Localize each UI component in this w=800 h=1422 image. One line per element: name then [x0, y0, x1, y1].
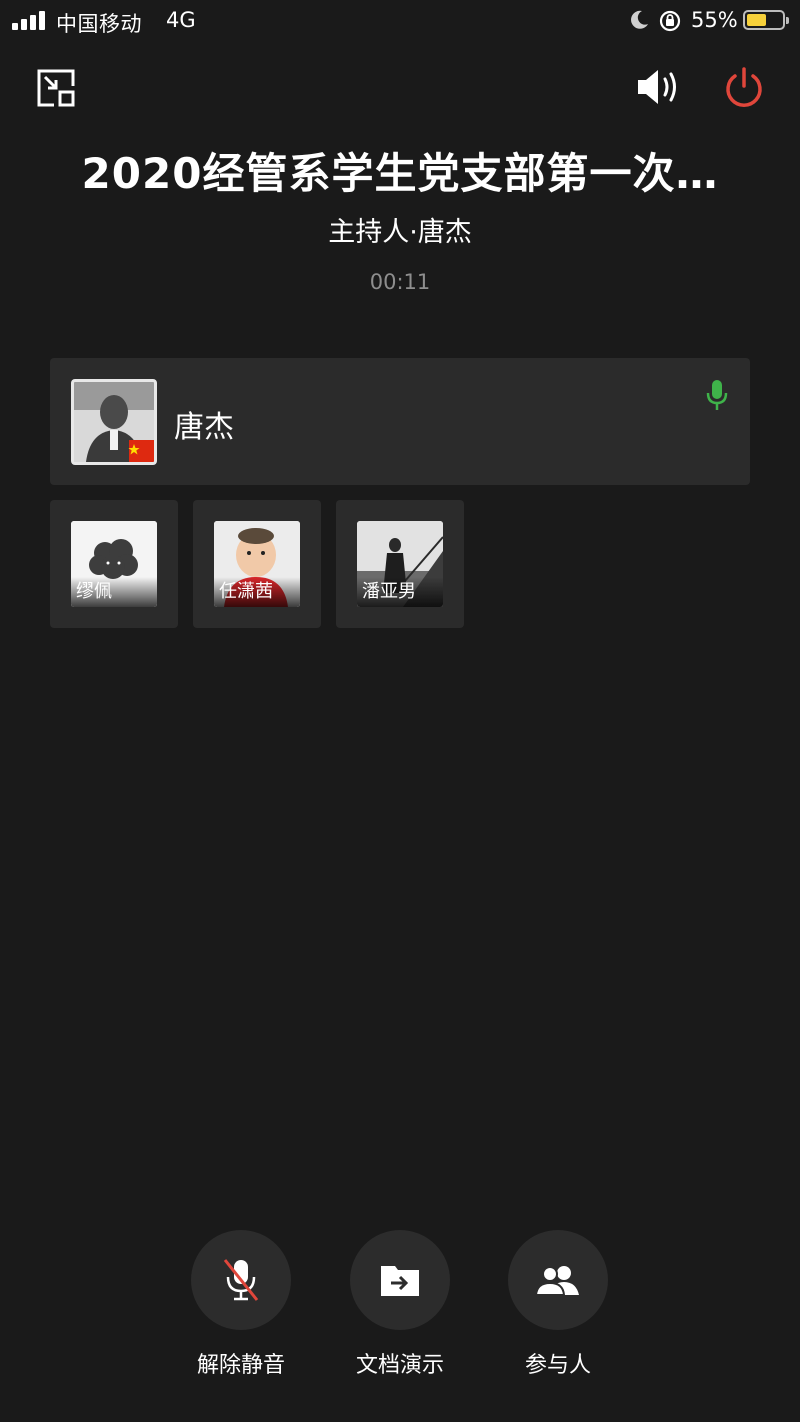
speaker-icon[interactable]: [636, 66, 682, 108]
power-icon: [726, 67, 762, 107]
host-label: 主持人·唐杰: [328, 217, 472, 248]
avatar: 任潇茜: [214, 521, 300, 607]
battery-icon: [743, 10, 789, 30]
share-document-label: 文档演示: [355, 1353, 444, 1378]
participants-label: 参与人: [524, 1353, 591, 1378]
participants-icon: [535, 1266, 579, 1296]
status-bar: 中国移动 4G 55%: [0, 0, 800, 42]
host-card[interactable]: 唐杰: [50, 358, 750, 485]
avatar: [71, 379, 157, 465]
participant-name: 缪佩: [71, 577, 157, 607]
end-meeting-button[interactable]: [722, 66, 766, 110]
do-not-disturb-icon: [628, 9, 650, 35]
participants-circle[interactable]: [508, 1230, 608, 1330]
unmute-button[interactable]: 解除静音: [166, 1230, 316, 1380]
rotation-lock-icon: [658, 9, 682, 37]
participant-tile[interactable]: 任潇茜: [193, 500, 321, 628]
avatar: 缪佩: [71, 521, 157, 607]
unmute-circle[interactable]: [191, 1230, 291, 1330]
minimize-window-icon[interactable]: [36, 68, 76, 108]
host-name: 唐杰: [174, 410, 234, 445]
battery-percent: 55%: [691, 8, 738, 32]
unmute-label: 解除静音: [196, 1353, 285, 1378]
participant-name: 潘亚男: [357, 577, 443, 607]
folder-share-icon: [381, 1266, 419, 1296]
network-type: 4G: [166, 8, 196, 32]
participant-tile[interactable]: 潘亚男: [336, 500, 464, 628]
share-document-circle[interactable]: [350, 1230, 450, 1330]
participants-button[interactable]: 参与人: [483, 1230, 633, 1380]
microphone-icon: [706, 380, 728, 412]
avatar: 潘亚男: [357, 521, 443, 607]
elapsed-timer: 00:11: [369, 270, 431, 294]
participant-tile[interactable]: 缪佩: [50, 500, 178, 628]
battery-fill: [747, 14, 766, 26]
meeting-title: 2020经管系学生党支部第一次…: [81, 149, 719, 198]
muted-microphone-icon: [223, 1259, 259, 1301]
carrier-name: 中国移动: [56, 12, 142, 36]
participant-name: 任潇茜: [214, 577, 300, 607]
signal-strength-icon: [12, 10, 45, 30]
share-document-button[interactable]: 文档演示: [325, 1230, 475, 1380]
